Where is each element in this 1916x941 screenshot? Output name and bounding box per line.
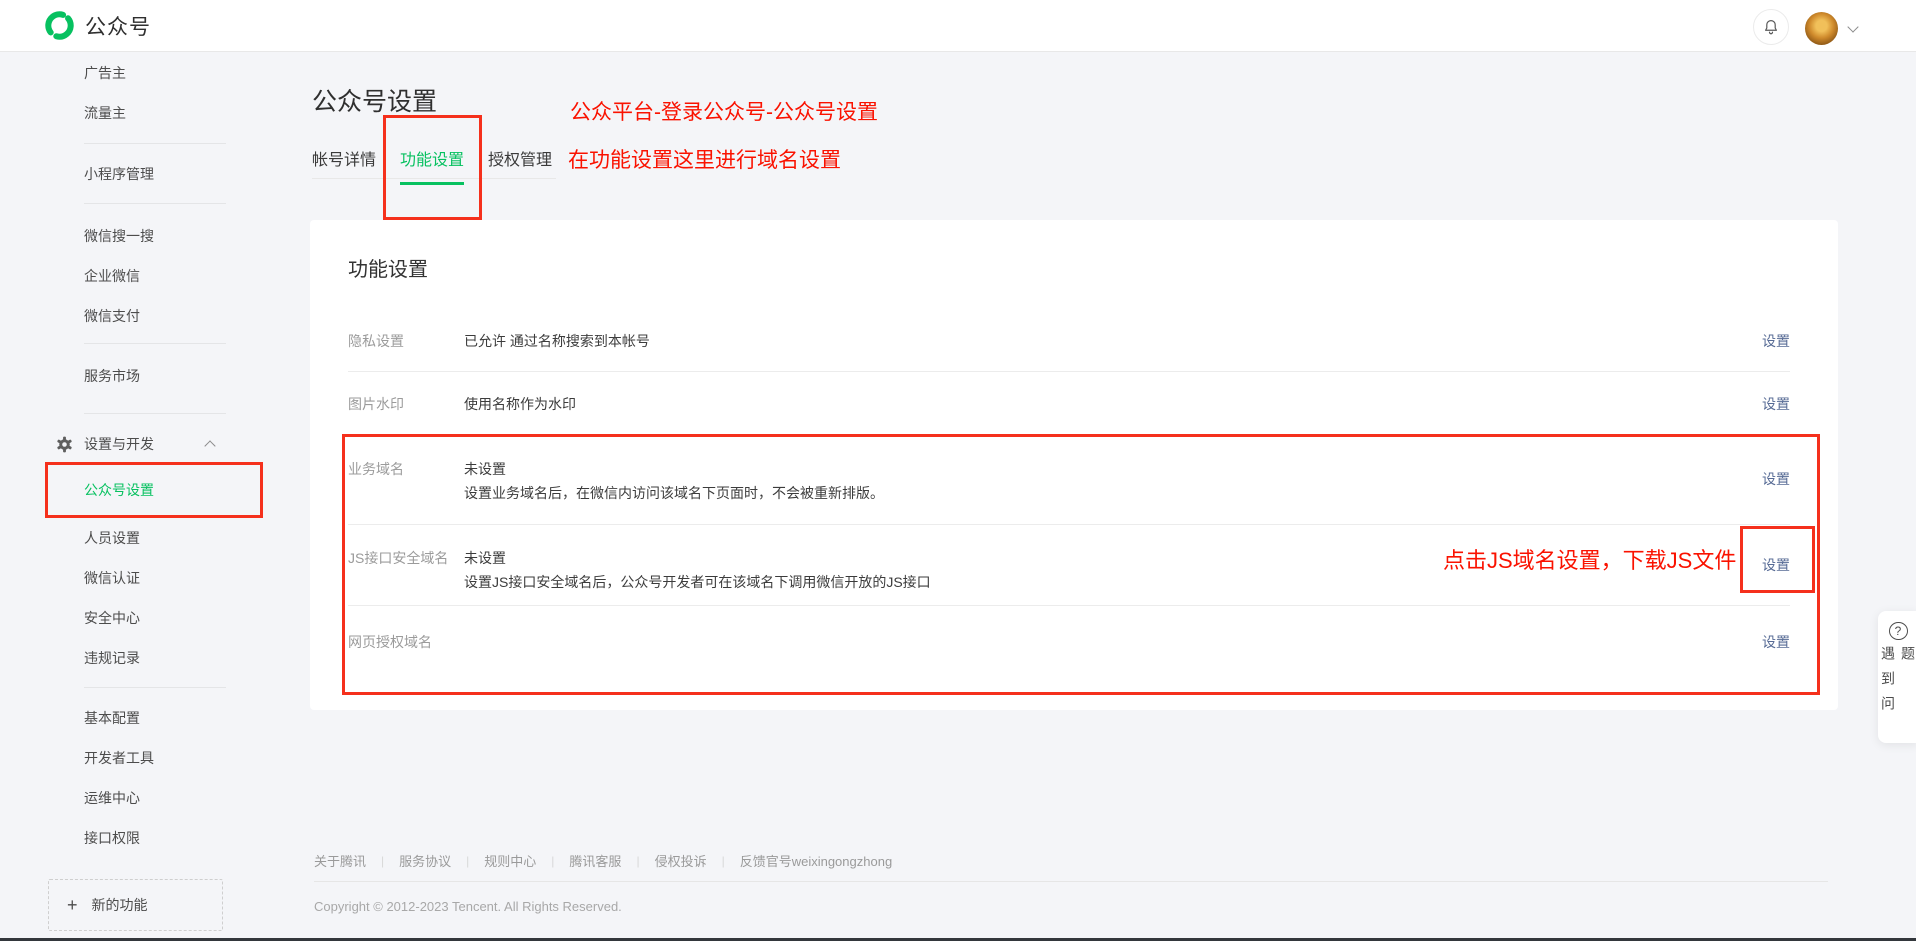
business-domain-settings-link[interactable]: 设置 [1762, 467, 1790, 491]
footer-link-service-agreement[interactable]: 服务协议 [399, 851, 451, 870]
top-header: 公众号 [0, 0, 1916, 52]
row-value: 使用名称作为水印 [464, 392, 1700, 416]
row-image-watermark: 图片水印 使用名称作为水印 设置 [348, 372, 1790, 436]
row-label: 隐私设置 [348, 329, 464, 353]
logo[interactable]: 公众号 [44, 10, 151, 41]
bell-icon [1762, 18, 1780, 36]
wechat-official-account-settings-page: 公众号 广告主 流量主 小程序管理 微信搜一搜 企业微信 微信支付 服务市场 [0, 0, 1916, 941]
help-float-label: 遇到问题 [1878, 646, 1916, 743]
footer: 关于腾讯 | 服务协议 | 规则中心 | 腾讯客服 | 侵权投诉 | 反馈官号w… [314, 851, 892, 870]
tab-authorization-management[interactable]: 授权管理 [488, 146, 552, 185]
row-business-domain: 业务域名 未设置 设置业务域名后，在微信内访问该域名下页面时，不会被重新排版。 … [348, 436, 1790, 525]
sidebar-item-api-permissions[interactable]: 接口权限 [0, 818, 270, 858]
row-value: 已允许 通过名称搜索到本帐号 [464, 329, 1700, 353]
account-menu-chevron-down-icon[interactable] [1847, 21, 1858, 32]
question-mark-icon: ? [1889, 622, 1908, 640]
js-domain-settings-link[interactable]: 设置 [1762, 553, 1790, 577]
card-heading: 功能设置 [348, 253, 428, 282]
annotation-note-tab: 在功能设置这里进行域名设置 [568, 144, 841, 174]
tab-bar: 帐号详情 功能设置 授权管理 [312, 146, 552, 185]
sidebar-item-wechat-verification[interactable]: 微信认证 [0, 558, 270, 598]
chevron-up-icon [204, 440, 215, 451]
row-label: 图片水印 [348, 392, 464, 416]
settings-rows: 隐私设置 已允许 通过名称搜索到本帐号 设置 图片水印 使用名称作为水印 设置 … [348, 324, 1790, 654]
user-avatar[interactable] [1805, 12, 1838, 45]
plus-icon: + [67, 895, 78, 916]
footer-separator: | [722, 854, 725, 868]
row-label: 业务域名 [348, 457, 464, 505]
row-description: 设置JS接口安全域名后，公众号开发者可在该域名下调用微信开放的JS接口 [464, 570, 1700, 594]
row-description: 设置业务域名后，在微信内访问该域名下页面时，不会被重新排版。 [464, 481, 1700, 505]
sidebar-item-traffic[interactable]: 流量主 [0, 93, 270, 133]
footer-link-infringement-complaint[interactable]: 侵权投诉 [655, 851, 707, 870]
sidebar-item-service-market[interactable]: 服务市场 [0, 356, 270, 396]
footer-separator: | [381, 854, 384, 868]
row-label: JS接口安全域名 [348, 546, 464, 594]
sidebar-item-ops-center[interactable]: 运维中心 [0, 778, 270, 818]
footer-link-feedback-account[interactable]: 反馈官号weixingongzhong [740, 851, 892, 870]
logo-text: 公众号 [85, 11, 151, 41]
sidebar-item-basic-config[interactable]: 基本配置 [0, 698, 270, 738]
help-float-button[interactable]: ? 遇到问题 [1878, 611, 1916, 743]
privacy-settings-link[interactable]: 设置 [1762, 329, 1790, 353]
sidebar-item-staff-settings[interactable]: 人员设置 [0, 518, 270, 558]
sidebar-item-security-center[interactable]: 安全中心 [0, 598, 270, 638]
gear-icon [56, 436, 73, 453]
sidebar-group-label: 设置与开发 [84, 436, 154, 452]
sidebar-divider [84, 143, 226, 144]
tab-account-details[interactable]: 帐号详情 [312, 146, 376, 185]
row-js-safe-domain: JS接口安全域名 未设置 设置JS接口安全域名后，公众号开发者可在该域名下调用微… [348, 525, 1790, 606]
sidebar-item-advertiser[interactable]: 广告主 [0, 53, 270, 93]
sidebar-item-violation-records[interactable]: 违规记录 [0, 638, 270, 678]
footer-link-rules-center[interactable]: 规则中心 [484, 851, 536, 870]
annotation-note-path: 公众平台-登录公众号-公众号设置 [570, 96, 878, 126]
sidebar-item-developer-tools[interactable]: 开发者工具 [0, 738, 270, 778]
footer-link-tencent-support[interactable]: 腾讯客服 [569, 851, 621, 870]
oauth-domain-settings-link[interactable]: 设置 [1762, 630, 1790, 654]
sidebar-divider [84, 203, 226, 204]
function-settings-card: 功能设置 隐私设置 已允许 通过名称搜索到本帐号 设置 图片水印 使用名称作为水… [310, 220, 1838, 710]
footer-link-about-tencent[interactable]: 关于腾讯 [314, 851, 366, 870]
copyright-text: Copyright © 2012-2023 Tencent. All Right… [314, 899, 622, 914]
page-title: 公众号设置 [312, 82, 437, 118]
row-label: 网页授权域名 [348, 630, 464, 654]
sidebar-nav: 广告主 流量主 小程序管理 微信搜一搜 企业微信 微信支付 服务市场 设置与开发… [0, 52, 270, 931]
row-value: 未设置 [464, 546, 1700, 570]
footer-divider [314, 881, 1828, 882]
new-feature-button[interactable]: + 新的功能 [48, 879, 223, 931]
footer-separator: | [466, 854, 469, 868]
sidebar-divider [84, 413, 226, 414]
row-privacy-settings: 隐私设置 已允许 通过名称搜索到本帐号 设置 [348, 324, 1790, 372]
footer-separator: | [636, 854, 639, 868]
sidebar-item-wecom[interactable]: 企业微信 [0, 256, 270, 296]
notification-bell-button[interactable] [1753, 9, 1789, 45]
footer-separator: | [551, 854, 554, 868]
watermark-settings-link[interactable]: 设置 [1762, 392, 1790, 416]
row-value: 未设置 [464, 457, 1700, 481]
sidebar-divider [84, 687, 226, 688]
new-feature-label: 新的功能 [92, 895, 148, 915]
sidebar-divider [84, 343, 226, 344]
sidebar-group-settings-dev[interactable]: 设置与开发 [0, 424, 270, 464]
tab-function-settings[interactable]: 功能设置 [400, 146, 464, 185]
official-account-logo-icon [44, 10, 75, 41]
sidebar-item-miniprogram[interactable]: 小程序管理 [0, 154, 270, 194]
sidebar-item-wechat-search[interactable]: 微信搜一搜 [0, 216, 270, 256]
row-oauth-domain: 网页授权域名 设置 [348, 606, 1790, 654]
sidebar-item-wechat-pay[interactable]: 微信支付 [0, 296, 270, 336]
sidebar-item-account-settings[interactable]: 公众号设置 [0, 470, 270, 510]
